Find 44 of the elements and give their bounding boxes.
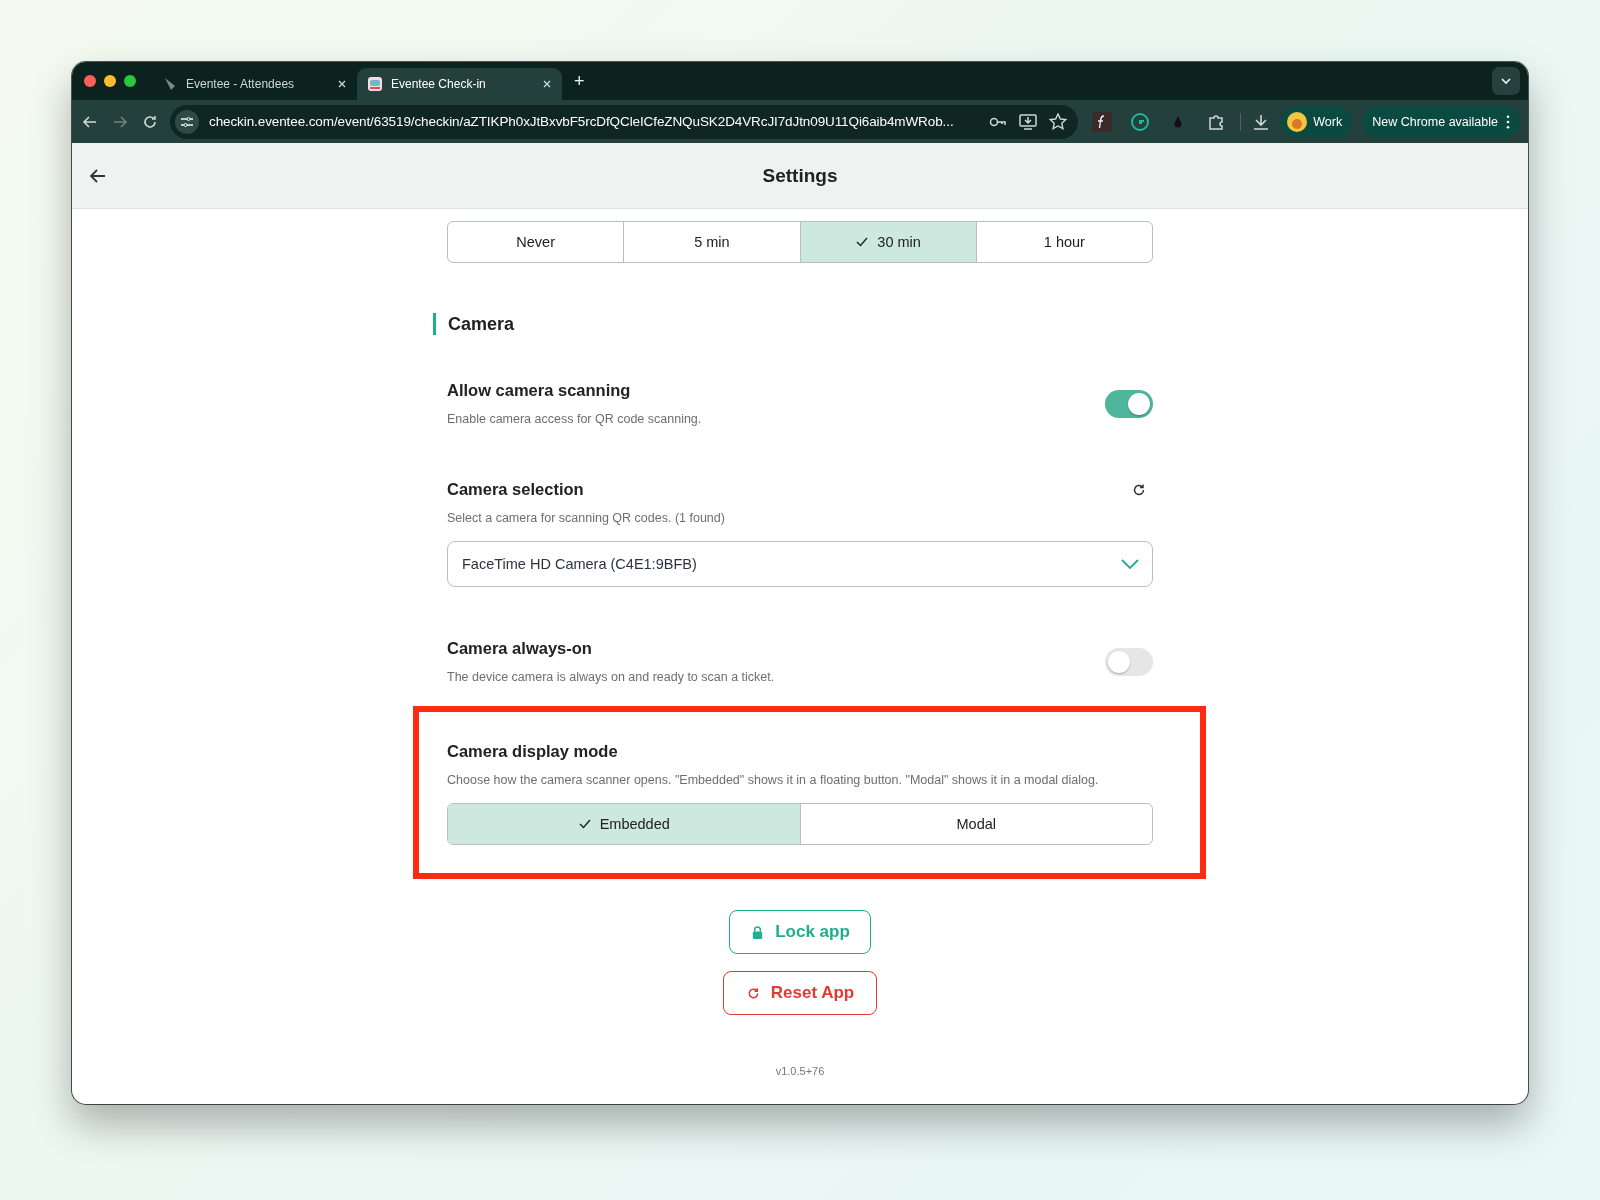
setting-description: Enable camera access for QR code scanning. (447, 412, 702, 426)
url-text: checkin.eventee.com/event/63519/checkin/aZTIKPh0xJtBxvbF5rcDfQCleICfeZNQuSK2D4VRcJI7dJtn09U11Qi6aib4mWRob... (209, 114, 955, 129)
bookmark-star-icon[interactable] (1048, 111, 1069, 132)
browser-tab[interactable]: Eventee - Attendees (152, 68, 357, 100)
new-tab-button[interactable]: + (574, 70, 585, 92)
chevron-down-icon (1120, 558, 1140, 570)
page-title: Settings (762, 164, 838, 187)
version-label: v1.0.5+76 (775, 1065, 825, 1077)
display-mode-option[interactable]: Embedded (448, 804, 800, 844)
timeout-option[interactable]: 30 min (799, 222, 976, 262)
timeout-option[interactable]: 1 hour (975, 222, 1152, 262)
setting-title: Allow camera scanning (447, 381, 632, 400)
toggle-switch[interactable] (1105, 389, 1153, 418)
setting-title: Camera selection (447, 480, 584, 499)
camera-dropdown[interactable]: FaceTime HD Camera (C4E1:9BFB) (447, 541, 1153, 587)
close-tab-icon[interactable] (542, 79, 552, 89)
avatar-icon (1287, 111, 1308, 132)
maximize-window-button[interactable] (124, 75, 136, 87)
section-title: Camera (448, 313, 515, 335)
minimize-window-button[interactable] (104, 75, 116, 87)
display-mode-option[interactable]: Modal (799, 804, 1152, 844)
timeout-option[interactable]: 5 min (623, 222, 800, 262)
setting-description: The device camera is always on and ready to scan a ticket. (447, 670, 775, 684)
tab-search-icon[interactable] (1492, 67, 1520, 95)
function-extension-icon[interactable] (1092, 111, 1113, 132)
timeout-option[interactable]: Never (448, 222, 624, 262)
browser-tab[interactable]: Eventee Check-in (357, 68, 562, 100)
reset-app-button[interactable]: Reset App (722, 971, 878, 1015)
address-bar[interactable]: checkin.eventee.com/event/63519/checkin/aZTIKPh0xJtBxvbF5rcDfQCleICfeZNQuSK2D4VRcJI7dJtn09U11Qi6aib4mWRob... (170, 104, 1079, 139)
close-tab-icon[interactable] (337, 79, 347, 89)
check-icon (855, 235, 870, 249)
profile-button[interactable]: Work (1281, 105, 1353, 138)
setting-description: Select a camera for scanning QR codes. (1 found) (447, 511, 726, 525)
toggle-switch[interactable] (1105, 647, 1153, 676)
install-icon[interactable] (1018, 111, 1039, 132)
site-settings-icon[interactable] (175, 109, 199, 134)
more-menu-icon[interactable] (1506, 114, 1510, 129)
check-icon (577, 817, 592, 831)
app-favicon-icon (367, 76, 383, 92)
close-window-button[interactable] (84, 75, 96, 87)
setting-title: Camera display mode (447, 742, 619, 761)
setting-description: Choose how the camera scanner opens. "Embedded" shows it in a floating button. "Modal" shows it in a modal dialog. (447, 773, 1100, 787)
setting-title: Camera always-on (447, 639, 593, 658)
update-button[interactable]: New Chrome available (1362, 105, 1520, 138)
